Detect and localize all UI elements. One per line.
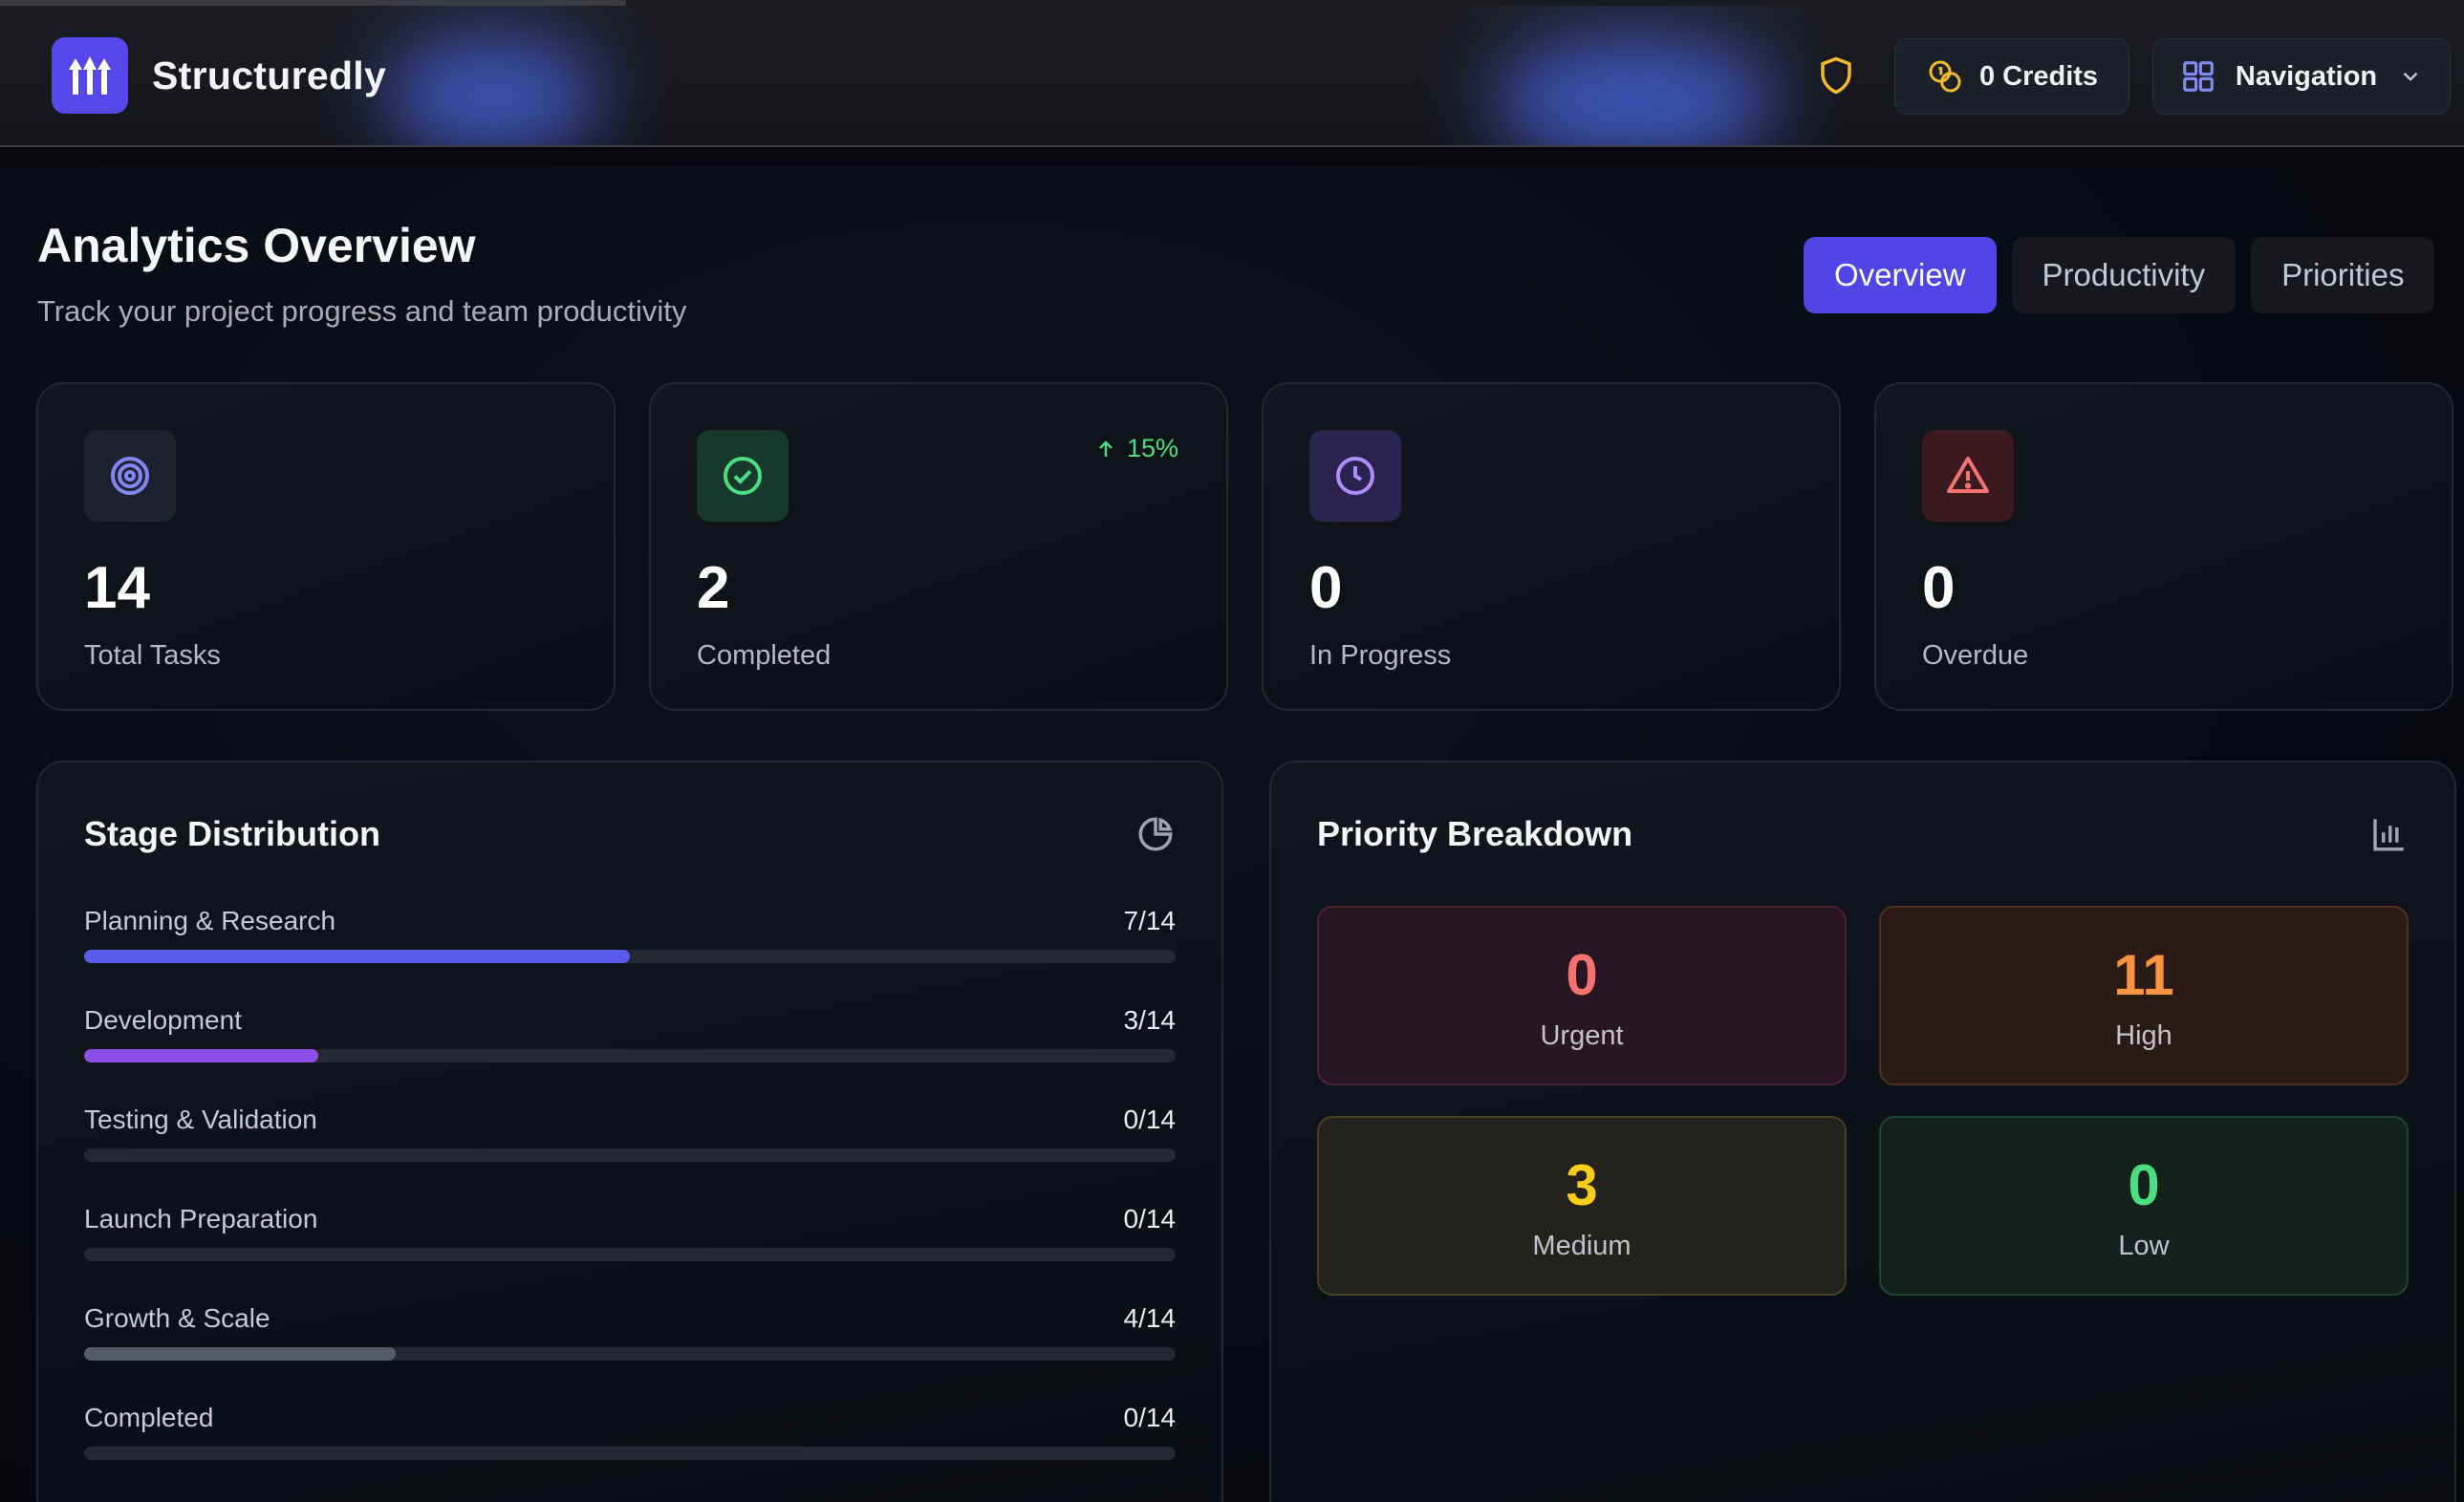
stage-name: Testing & Validation bbox=[84, 1105, 317, 1134]
stat-card-total-tasks: 14 Total Tasks bbox=[36, 382, 616, 711]
header-glow bbox=[382, 34, 602, 145]
page-subtitle: Track your project progress and team pro… bbox=[37, 294, 687, 328]
priority-label: Low bbox=[2118, 1231, 2170, 1261]
trend-value: 15% bbox=[1126, 434, 1178, 462]
stat-label: Overdue bbox=[1922, 640, 2029, 671]
main-content: Analytics Overview Track your project pr… bbox=[0, 166, 2464, 1502]
trend-indicator: 15% bbox=[1094, 434, 1178, 463]
stat-card-in-progress: 0 In Progress bbox=[1262, 382, 1841, 711]
target-icon bbox=[84, 430, 176, 522]
stage-name: Completed bbox=[84, 1403, 214, 1432]
stat-card-overdue: 0 Overdue bbox=[1874, 382, 2453, 711]
stage-progress-bar bbox=[84, 1148, 1176, 1162]
header-glow bbox=[1491, 34, 1778, 145]
stat-value: 2 bbox=[697, 555, 730, 621]
page-title: Analytics Overview bbox=[37, 219, 476, 272]
logo-icon bbox=[52, 37, 128, 114]
credits-label: 0 Credits bbox=[1978, 60, 2099, 92]
brand[interactable]: Structuredly bbox=[52, 37, 386, 114]
stat-label: Completed bbox=[697, 640, 832, 671]
priority-card-urgent[interactable]: 0 Urgent bbox=[1317, 906, 1847, 1085]
stage-count: 3/14 bbox=[1123, 1005, 1177, 1035]
stage-name: Growth & Scale bbox=[84, 1303, 270, 1333]
priority-breakdown-panel: Priority Breakdown 0 Urgent 11 High 3 Me… bbox=[1269, 761, 2456, 1502]
grid-icon bbox=[2183, 61, 2214, 92]
arrow-up-icon bbox=[1099, 440, 1113, 457]
priority-value: 0 bbox=[1566, 943, 1598, 1007]
stat-value: 14 bbox=[84, 555, 150, 621]
tab-overview[interactable]: Overview bbox=[1804, 237, 1997, 313]
stage-progress-bar bbox=[84, 1447, 1176, 1460]
stat-label: Total Tasks bbox=[84, 640, 221, 671]
stage-progress-bar bbox=[84, 1248, 1176, 1261]
check-circle-icon bbox=[697, 430, 789, 522]
stage-distribution-panel: Stage Distribution Planning & Research 7/… bbox=[36, 761, 1223, 1502]
priority-card-high[interactable]: 11 High bbox=[1879, 906, 2409, 1085]
coins-icon bbox=[1929, 60, 1961, 93]
chevron-down-icon bbox=[2403, 72, 2418, 81]
shield-icon[interactable] bbox=[1816, 55, 1856, 96]
pie-chart-icon bbox=[1135, 814, 1176, 859]
stage-progress-fill bbox=[84, 1049, 318, 1062]
stat-card-completed: 15% 2 Completed bbox=[649, 382, 1228, 711]
navigation-button[interactable]: Navigation bbox=[2152, 38, 2451, 115]
stage-name: Development bbox=[84, 1005, 242, 1035]
priority-card-low[interactable]: 0 Low bbox=[1879, 1116, 2409, 1296]
clock-icon bbox=[1309, 430, 1401, 522]
stage-progress-fill bbox=[84, 950, 630, 963]
panel-title: Priority Breakdown bbox=[1317, 814, 1633, 853]
stat-label: In Progress bbox=[1309, 640, 1452, 671]
panel-title: Stage Distribution bbox=[84, 814, 381, 853]
stage-count: 0/14 bbox=[1123, 1105, 1177, 1134]
stat-value: 0 bbox=[1922, 555, 1956, 621]
bar-chart-icon bbox=[2368, 814, 2409, 859]
tab-priorities[interactable]: Priorities bbox=[2251, 237, 2435, 313]
stage-progress-bar bbox=[84, 1049, 1176, 1062]
stage-progress-fill bbox=[84, 1347, 397, 1361]
top-header: Structuredly 0 Credits Navigation bbox=[0, 6, 2464, 147]
priority-value: 0 bbox=[2128, 1153, 2160, 1217]
navigation-label: Navigation bbox=[2235, 60, 2378, 92]
stage-count: 4/14 bbox=[1123, 1303, 1177, 1333]
priority-label: Medium bbox=[1532, 1231, 1632, 1261]
priority-label: Urgent bbox=[1540, 1020, 1624, 1051]
brand-name: Structuredly bbox=[152, 53, 387, 97]
priority-value: 3 bbox=[1566, 1153, 1598, 1217]
tab-productivity[interactable]: Productivity bbox=[2011, 237, 2237, 313]
stage-progress-bar bbox=[84, 1347, 1176, 1361]
stage-progress-bar bbox=[84, 950, 1176, 963]
stage-count: 7/14 bbox=[1123, 906, 1177, 935]
view-tabs: Overview Productivity Priorities bbox=[1804, 237, 2450, 313]
stage-count: 0/14 bbox=[1123, 1204, 1177, 1234]
stat-value: 0 bbox=[1309, 555, 1343, 621]
credits-button[interactable]: 0 Credits bbox=[1894, 38, 2129, 115]
priority-card-medium[interactable]: 3 Medium bbox=[1317, 1116, 1847, 1296]
priority-value: 11 bbox=[2113, 943, 2174, 1007]
stage-name: Planning & Research bbox=[84, 906, 336, 935]
app-root: Structuredly 0 Credits Navigation Analyt… bbox=[0, 0, 2464, 1502]
stage-count: 0/14 bbox=[1123, 1403, 1177, 1432]
stage-name: Launch Preparation bbox=[84, 1204, 318, 1234]
alert-triangle-icon bbox=[1922, 430, 2014, 522]
priority-label: High bbox=[2115, 1020, 2172, 1051]
